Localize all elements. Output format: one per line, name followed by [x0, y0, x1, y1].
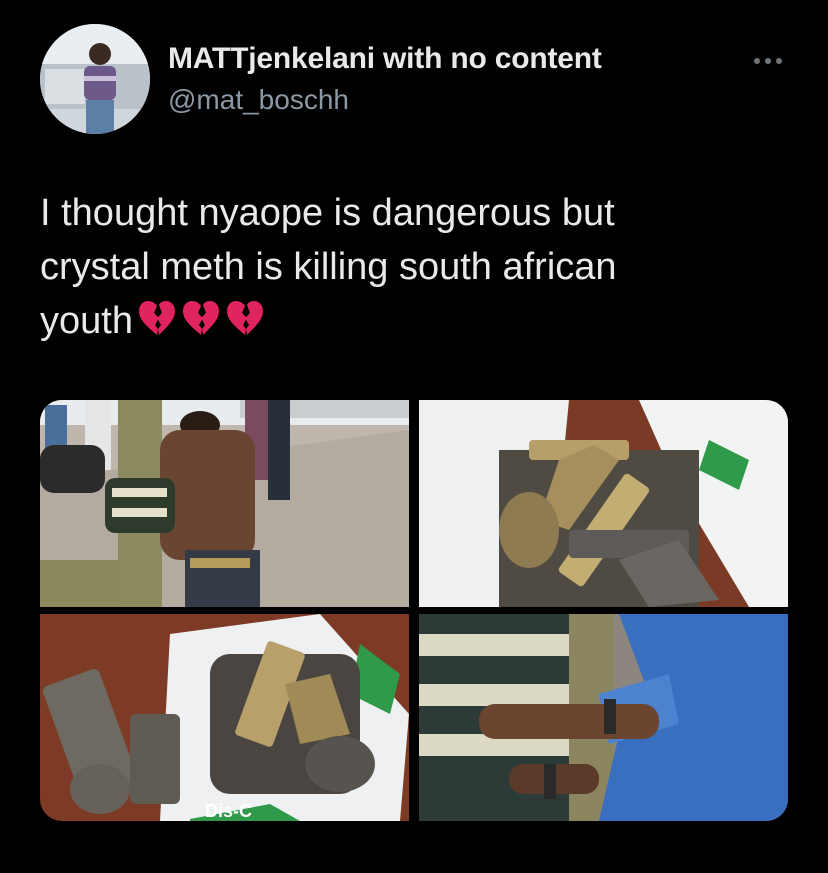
broken-heart-icon	[137, 298, 177, 352]
media-grid: Dis-C	[40, 400, 788, 821]
media-photo-3[interactable]: Dis-C	[40, 614, 409, 821]
author-avatar[interactable]	[40, 24, 150, 134]
tweet-text: I thought nyaope is dangerous but crysta…	[40, 186, 800, 352]
broken-heart-icon	[181, 298, 221, 352]
media-photo-1[interactable]	[40, 400, 409, 607]
media-photo-4[interactable]	[419, 614, 788, 821]
tweet[interactable]: MATTjenkelani with no content @mat_bosch…	[0, 0, 828, 873]
bag-print-text: Dis-C	[205, 801, 252, 821]
tweet-text-line: I thought nyaope is dangerous but	[40, 192, 615, 234]
tweet-text-line: youth	[40, 300, 133, 342]
media-photo-2[interactable]	[419, 400, 788, 607]
author-handle[interactable]: @mat_boschh	[168, 84, 349, 116]
more-options-button[interactable]	[748, 46, 788, 76]
tweet-text-line-with-emoji: youth	[40, 294, 800, 352]
broken-heart-icon	[225, 298, 265, 352]
more-icon	[754, 58, 782, 64]
tweet-text-line: crystal meth is killing south african	[40, 246, 617, 288]
author-name[interactable]: MATTjenkelani with no content	[168, 42, 602, 76]
